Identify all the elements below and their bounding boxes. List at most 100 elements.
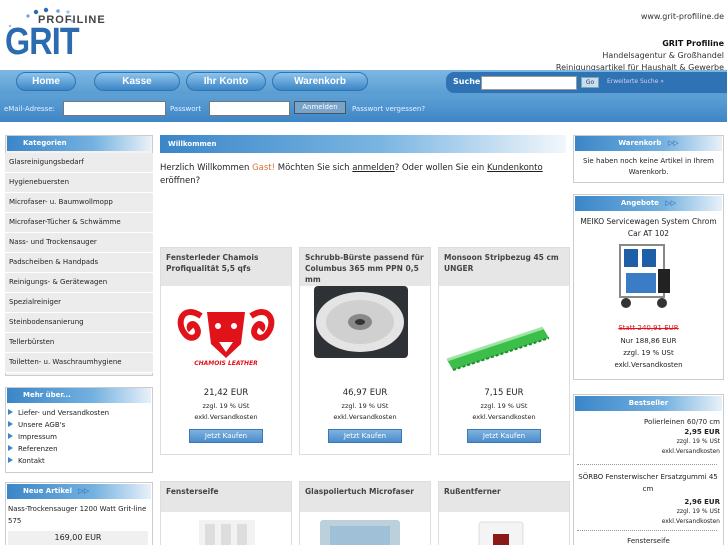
product-tax-line: zzgl. 19 % USt — [341, 402, 389, 410]
more-link[interactable]: Impressum — [8, 433, 57, 441]
offer-old-price: Statt 240,91 EUR — [618, 324, 679, 332]
product-card: Schrubb-Bürste passend für Columbus 365 … — [299, 247, 431, 455]
bestseller-name[interactable]: Fensterseife — [576, 536, 721, 545]
product-name[interactable]: Rußentferner — [439, 482, 569, 512]
divider — [577, 464, 717, 465]
nav-account[interactable]: Ihr Konto — [186, 72, 266, 91]
categories-title: Kategorien — [7, 136, 151, 151]
category-item[interactable]: Padscheiben & Handpads — [5, 253, 153, 273]
more-link[interactable]: Unsere AGB's — [8, 421, 65, 429]
welcome-text: Herzlich Willkommen Gast! Möchten Sie si… — [160, 162, 560, 188]
main-nav: Home Kasse Ihr Konto Warenkorb Suche Go … — [0, 70, 727, 94]
product-image[interactable] — [439, 512, 569, 545]
cart-header: Warenkorb ▷▷ — [575, 136, 722, 151]
offer-shipping: exkl.Versandkosten — [614, 361, 683, 369]
product-price: 7,15 EUR — [484, 388, 524, 398]
product-price: 21,42 EUR — [203, 388, 249, 398]
bestseller-shipping: exkl.Versandkosten — [661, 448, 720, 455]
category-item[interactable]: Glasreinigungsbedarf — [5, 153, 153, 173]
cart-empty-text: Sie haben noch keine Artikel in Ihrem Wa… — [583, 157, 714, 176]
search-input[interactable] — [481, 76, 577, 90]
product-image[interactable] — [439, 286, 569, 382]
email-field[interactable] — [63, 101, 166, 116]
offer-tax: zzgl. 19 % USt — [623, 349, 674, 357]
double-arrow-icon: ▷▷ — [667, 139, 679, 147]
product-image[interactable] — [300, 286, 430, 382]
password-field[interactable] — [209, 101, 290, 116]
product-card: Monsoon Stripbezug 45 cm UNGER 7,15 EUR … — [438, 247, 570, 455]
category-item[interactable]: Tellerbürsten — [5, 333, 153, 353]
offers-header: Angebote ▷▷ — [575, 196, 722, 211]
new-articles-header: Neue Artikel ▷▷ — [7, 484, 151, 499]
buy-now-button[interactable]: Jetzt Kaufen — [467, 429, 541, 443]
offer-product-image[interactable] — [612, 243, 678, 313]
password-label: Passwort — [170, 105, 202, 113]
bestseller-shipping: exkl.Versandkosten — [661, 518, 720, 525]
cart-title: Warenkorb — [618, 139, 662, 147]
welcome-part: ? Oder wollen Sie ein — [394, 163, 488, 173]
site-url: www.grit-profiline.de — [640, 12, 724, 21]
bestseller-price: 2,96 EUR — [684, 498, 720, 506]
product-tax-line: zzgl. 19 % USt — [202, 402, 250, 410]
category-item[interactable]: Nass- und Trockensauger — [5, 233, 153, 253]
guest-label: Gast! — [252, 163, 276, 173]
more-link[interactable]: Liefer- und Versandkosten — [8, 409, 109, 417]
double-arrow-icon: ▷▷ — [665, 199, 677, 207]
search-go-button[interactable]: Go — [581, 77, 599, 88]
product-name[interactable]: Glaspoliertuch Microfaser — [300, 482, 430, 512]
nav-cart[interactable]: Warenkorb — [272, 72, 368, 91]
company-line-1: Handelsagentur & Großhandel — [602, 51, 724, 60]
new-article-name[interactable]: Nass-Trockensauger 1200 Watt Grit-line 5… — [8, 503, 150, 527]
bestseller-item: Polierleinen 60/70 cm 2,95 EUR zzgl. 19 … — [576, 417, 720, 457]
more-link[interactable]: Referenzen — [8, 445, 58, 453]
product-card: Fensterleder Chamois Profiqualität 5,5 q… — [160, 247, 292, 455]
product-image[interactable] — [300, 512, 430, 545]
product-price: 46,97 EUR — [342, 388, 388, 398]
category-item[interactable]: Toiletten- u. Waschraumhygiene — [5, 353, 153, 373]
nav-kasse[interactable]: Kasse — [94, 72, 180, 91]
buy-now-button[interactable]: Jetzt Kaufen — [189, 429, 263, 443]
category-item[interactable]: Microfaser-Tücher & Schwämme — [5, 213, 153, 233]
welcome-part: eröffnen? — [160, 176, 201, 186]
create-account-link[interactable]: Kundenkonto — [487, 163, 543, 173]
bestseller-name[interactable]: SÖRBO Fensterwischer Ersatzgummi 45 cm — [576, 471, 720, 495]
bestseller-tax: zzgl. 19 % USt — [676, 438, 720, 445]
product-card: Glaspoliertuch Microfaser — [299, 481, 431, 545]
offers-title: Angebote — [620, 199, 659, 207]
category-item[interactable]: Reinigungs- & Gerätewagen — [5, 273, 153, 293]
advanced-search-link[interactable]: Erweiterte Suche » — [607, 78, 664, 85]
product-image[interactable]: CHAMOIS LEATHER — [161, 286, 291, 382]
offer-product-name[interactable]: MEIKO Servicewagen System Chrom Car AT 1… — [576, 216, 721, 240]
bestseller-item: SÖRBO Fensterwischer Ersatzgummi 45 cm 2… — [576, 471, 720, 527]
logo-text: GRIT — [5, 21, 80, 63]
product-name[interactable]: Schrubb-Bürste passend für Columbus 365 … — [300, 248, 430, 286]
product-name[interactable]: Fensterseife — [161, 482, 291, 512]
category-item[interactable]: Hygienebuersten — [5, 173, 153, 193]
bestseller-tax: zzgl. 19 % USt — [676, 508, 720, 515]
product-tax-line: zzgl. 19 % USt — [480, 402, 528, 410]
product-shipping: exkl.Versandkosten — [333, 413, 397, 421]
category-item[interactable]: Spezialreiniger — [5, 293, 153, 313]
product-tax: zzgl. 19 % USt exkl.Versandkosten — [300, 401, 430, 423]
product-name[interactable]: Monsoon Stripbezug 45 cm UNGER — [439, 248, 569, 286]
double-arrow-icon: ▷▷ — [78, 487, 90, 495]
bestseller-name[interactable]: Polierleinen 60/70 cm — [576, 417, 720, 427]
forgot-password-link[interactable]: Passwort vergessen? — [352, 105, 425, 113]
more-link[interactable]: Kontakt — [8, 457, 45, 465]
buy-now-button[interactable]: Jetzt Kaufen — [328, 429, 402, 443]
login-link[interactable]: anmelden — [352, 163, 394, 173]
category-item[interactable]: Steinbodensanierung — [5, 313, 153, 333]
product-name[interactable]: Fensterleder Chamois Profiqualität 5,5 q… — [161, 248, 291, 286]
login-bar: eMail-Adresse: Passwort Anmelden Passwor… — [0, 94, 727, 122]
nav-home[interactable]: Home — [16, 72, 76, 91]
product-tax: zzgl. 19 % USt exkl.Versandkosten — [439, 401, 569, 423]
category-item[interactable]: Microfaser- u. Baumwollmopp — [5, 193, 153, 213]
login-button[interactable]: Anmelden — [294, 101, 346, 114]
product-image[interactable] — [161, 512, 291, 545]
product-tax: zzgl. 19 % USt exkl.Versandkosten — [161, 401, 291, 423]
company-info: GRIT Profiline Handelsagentur & Großhand… — [556, 38, 724, 74]
bestseller-title: Bestseller — [575, 396, 722, 411]
new-article-price: 169,00 EUR — [8, 531, 148, 545]
product-logo-text: CHAMOIS LEATHER — [194, 360, 258, 367]
email-label: eMail-Adresse: — [4, 105, 55, 113]
